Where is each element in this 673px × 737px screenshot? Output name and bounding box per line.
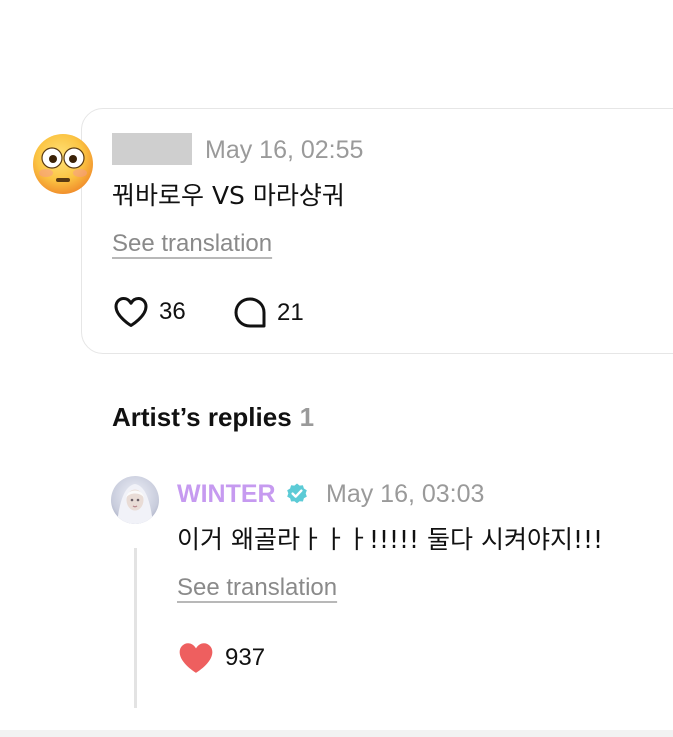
artist-reply-like-button[interactable]: 937 — [177, 641, 265, 675]
bottom-divider — [0, 730, 673, 737]
artist-replies-heading: Artist’s replies 1 — [112, 401, 314, 433]
like-button[interactable]: 36 — [113, 296, 186, 328]
flushed-face-icon[interactable] — [32, 133, 94, 195]
speech-bubble-icon — [234, 297, 266, 328]
artist-replies-count: 1 — [299, 402, 315, 432]
reply-count: 21 — [277, 299, 304, 326]
artist-name[interactable]: WINTER — [177, 478, 276, 510]
artist-replies-label: Artist’s replies — [112, 402, 292, 432]
artist-reply-text: 이거 왜골라ㅏㅏㅏ!!!!! 둘다 시켜야지!!! — [177, 525, 604, 554]
heart-outline-icon — [114, 297, 148, 327]
artist-avatar[interactable] — [111, 476, 159, 524]
artist-reply-like-count: 937 — [225, 644, 266, 671]
like-count: 36 — [159, 298, 186, 325]
heart-filled-icon — [179, 643, 213, 673]
verified-badge-icon — [285, 482, 309, 506]
see-translation-link[interactable]: See translation — [112, 229, 272, 259]
author-name-redacted — [112, 133, 192, 165]
comment-text: 꿔바로우 VS 마라샹궈 — [112, 181, 345, 210]
comment-timestamp: May 16, 02:55 — [205, 136, 364, 164]
artist-reply-timestamp: May 16, 03:03 — [326, 480, 485, 508]
see-translation-link[interactable]: See translation — [177, 573, 337, 603]
thread-line — [134, 548, 137, 708]
reply-button[interactable]: 21 — [233, 296, 304, 330]
